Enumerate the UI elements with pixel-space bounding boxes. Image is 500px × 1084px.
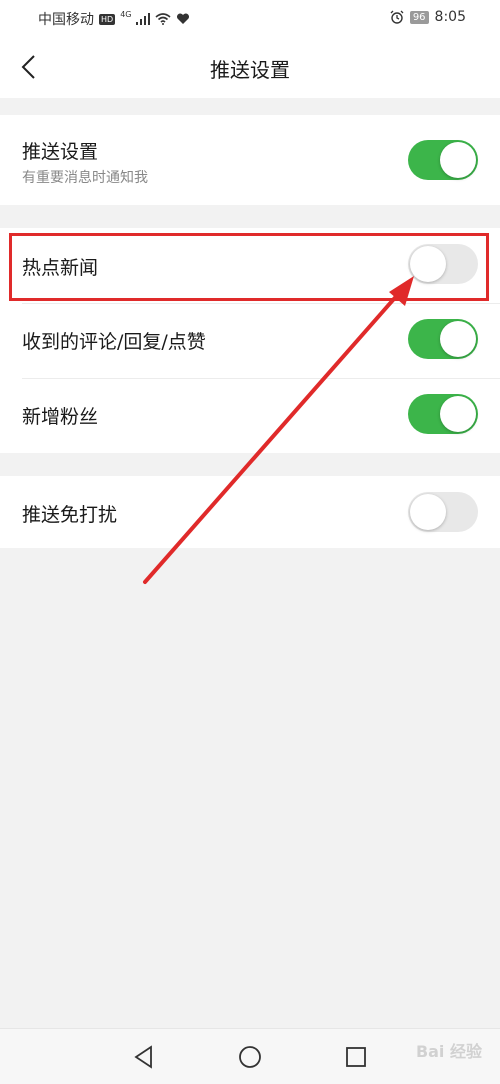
new-fans-label: 新增粉丝 [22, 406, 99, 428]
status-bar-left: 中国移动 HD 4G [38, 9, 190, 29]
dnd-row: 推送免打扰 [0, 476, 500, 548]
nav-bar: 推送设置 [0, 36, 500, 98]
dnd-label: 推送免打扰 [22, 504, 118, 526]
push-setting-sublabel: 有重要消息时通知我 [22, 170, 148, 186]
toggle-knob [440, 396, 476, 432]
network-type: 4G [120, 9, 132, 19]
clock: 8:05 [434, 9, 466, 25]
page-title: 推送设置 [210, 58, 290, 82]
push-setting-label: 推送设置 [22, 141, 99, 163]
triangle-back-icon [134, 1045, 152, 1069]
square-recents-icon [346, 1047, 366, 1067]
alarm-icon [390, 10, 404, 24]
comments-label: 收到的评论/回复/点赞 [22, 331, 206, 353]
push-settings-card: 推送设置 有重要消息时通知我 [0, 115, 500, 205]
system-home-button[interactable] [236, 1043, 264, 1071]
new-fans-toggle[interactable] [408, 394, 478, 434]
push-setting-toggle[interactable] [408, 140, 478, 180]
circle-home-icon [239, 1046, 261, 1068]
system-back-button[interactable] [130, 1043, 158, 1071]
push-setting-row: 推送设置 有重要消息时通知我 [0, 115, 500, 205]
watermark: Bai 经验 [415, 1042, 482, 1061]
toggle-knob [440, 321, 476, 357]
dnd-toggle[interactable] [408, 492, 478, 532]
comments-toggle[interactable] [408, 319, 478, 359]
heart-icon [177, 13, 190, 24]
system-recents-button[interactable] [342, 1043, 370, 1071]
annotation-highlight-box [9, 233, 489, 301]
wifi-icon [155, 13, 172, 25]
toggle-knob [410, 494, 446, 530]
toggle-knob [440, 142, 476, 178]
hd-badge: HD [99, 13, 116, 25]
signal-icon [136, 13, 151, 25]
status-bar-right: 96 8:05 [390, 9, 466, 25]
status-bar: 中国移动 HD 4G 96 8:05 [0, 0, 500, 36]
comments-row: 收到的评论/回复/点赞 [0, 304, 500, 378]
new-fans-row: 新增粉丝 [0, 379, 500, 453]
battery-indicator: 96 [409, 10, 429, 24]
dnd-card: 推送免打扰 [0, 476, 500, 548]
carrier-name: 中国移动 [38, 12, 94, 28]
